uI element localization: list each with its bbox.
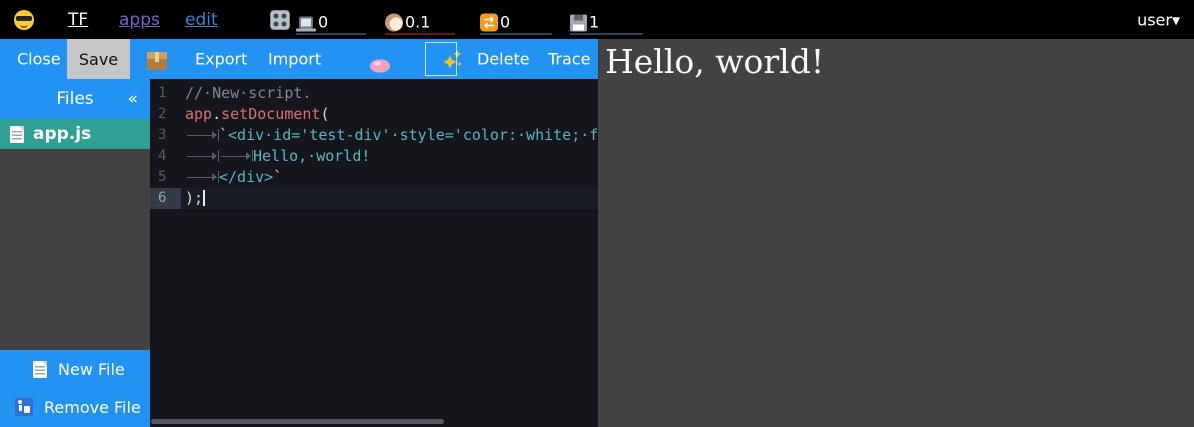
sunglasses-emoji-icon[interactable] [14,10,34,30]
laptop-icon [296,16,316,31]
editor-toolbar: Close Save Export Import Delete Trace [0,39,598,79]
code-token: ` [273,168,282,186]
hamster-stat-field[interactable]: 0.1 [385,5,455,34]
code-token: </div> [219,168,273,186]
horizontal-scrollbar[interactable] [151,419,444,424]
nav-link-apps[interactable]: apps [119,10,160,30]
code-token: setDocument [221,105,320,123]
blank-button[interactable] [425,42,457,76]
delete-button[interactable]: Delete [477,50,530,69]
code-line: 1//·New·script. [150,83,598,104]
tab-whitespace-marker [185,150,219,162]
tab-whitespace-marker [185,129,219,141]
code-token: app [185,105,212,123]
line-number: 5 [150,167,181,188]
text-cursor [203,190,205,206]
laptop-stat-value: 0 [318,13,328,31]
file-list-empty-area [0,149,150,350]
shades [16,16,32,21]
rendered-output-text: Hello, world! [605,42,824,81]
code-token: ` [219,126,228,144]
nav-link-tf[interactable]: TF [68,10,88,30]
dice-icon[interactable] [270,10,290,30]
file-name: app.js [33,124,91,144]
file-item-appjs[interactable]: app.js [0,119,150,149]
smile [20,22,28,28]
repeat-stat-field[interactable]: 0 [480,5,552,34]
new-file-icon [33,361,47,378]
code-token: . [212,105,221,123]
line-number: 4 [150,146,181,167]
litter-bin-icon [15,398,33,416]
repeat-stat-value: 0 [500,13,510,31]
remove-file-button[interactable]: Remove File [0,388,150,426]
floppy-stat-value: 1 [589,13,599,31]
code-line: 4 Hello,·world! [150,146,598,167]
tab-whitespace-marker [219,150,253,162]
new-file-button[interactable]: New File [0,350,150,388]
user-menu[interactable]: user▾ [1137,10,1180,29]
hamster-stat-value: 0.1 [405,13,430,31]
code-line: 6); [150,188,598,209]
files-panel-title: Files [56,89,93,109]
files-panel-header: Files « [0,79,150,119]
package-icon[interactable] [147,52,167,70]
nav-link-edit[interactable]: edit [185,10,218,30]
remove-file-label: Remove File [44,398,141,417]
line-number: 6 [150,188,181,209]
close-button[interactable]: Close [17,50,61,69]
code-token: ( [320,105,329,123]
code-editor[interactable]: 1//·New·script.2app.setDocument(3`<div·i… [150,79,598,427]
save-button[interactable]: Save [67,39,130,79]
file-actions-panel: New File Remove File [0,350,150,427]
import-button[interactable]: Import [268,50,321,69]
code-line: 5 </div>` [150,167,598,188]
collapse-panel-button[interactable]: « [128,89,138,109]
trace-button[interactable]: Trace [548,50,590,69]
code-lines: 1//·New·script.2app.setDocument(3`<div·i… [150,79,598,209]
line-number: 3 [150,125,181,146]
export-button[interactable]: Export [195,50,247,69]
tab-whitespace-marker [185,171,219,183]
floppy-stat-field[interactable]: 1 [570,5,643,34]
floppy-icon [570,14,587,31]
line-number: 2 [150,104,181,125]
code-line: 3 `<div·id='test-div'·style='color:·white… [150,125,598,146]
hamster-icon [385,13,403,31]
code-token: <div·id='test-div'·style='color:·white;·… [228,126,598,144]
line-number: 1 [150,83,181,104]
top-bar: TF apps edit 0 0.1 0 1 user▾ [0,0,1194,39]
new-file-label: New File [58,360,125,379]
soap-icon[interactable] [370,60,390,73]
code-token: //·New·script. [185,84,311,102]
code-token: ); [185,189,203,207]
repeat-icon [480,13,498,31]
file-icon [10,126,24,143]
code-line: 2app.setDocument( [150,104,598,125]
code-token: Hello,·world! [253,147,370,165]
laptop-stat-field[interactable]: 0 [296,5,366,34]
